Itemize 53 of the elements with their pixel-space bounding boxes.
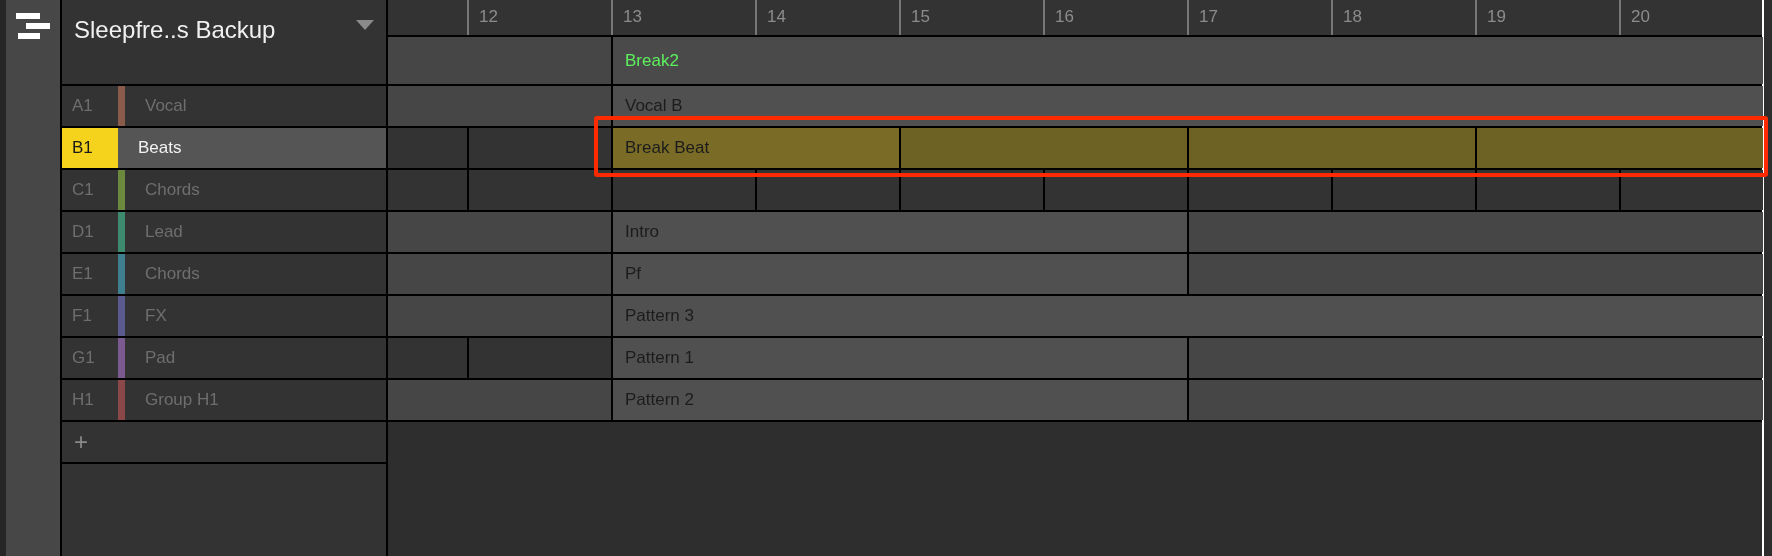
bar-number: 20 [1631,7,1650,26]
group-name: Lead [145,221,183,244]
arrangement-region[interactable] [1187,338,1763,378]
ruler[interactable]: 12 13 14 15 16 17 18 19 20 [388,0,1762,37]
pattern-clip[interactable]: Break Beat [611,128,899,168]
group-slot: D1 [62,212,118,252]
group-slot: H1 [62,380,118,420]
group-name: Chords [145,263,200,286]
loop-clip[interactable] [1475,128,1763,168]
group-row[interactable]: C1 Chords [62,170,386,212]
group-name: Vocal [145,95,187,118]
group-slot: F1 [62,296,118,336]
group-name: Pad [145,347,176,370]
group-name: Group H1 [145,389,219,412]
group-row[interactable]: A1 Vocal [62,86,386,128]
group-row[interactable]: B1 Beats [62,128,386,170]
bar-number: 13 [623,7,642,26]
dropdown-icon[interactable] [356,20,374,30]
group-slot: E1 [62,254,118,294]
arrangement-region[interactable] [388,254,611,294]
bar-number: 14 [767,7,786,26]
arrangement-region[interactable] [388,380,611,420]
bar-number: 12 [479,7,498,26]
arrangement-region[interactable] [388,37,611,84]
bar-number: 15 [911,7,930,26]
group-row[interactable]: G1 Pad [62,338,386,380]
group-slot: C1 [62,170,118,210]
arrangement-region[interactable] [1187,212,1763,252]
arrange-icon[interactable] [14,13,52,41]
arrangement-region[interactable] [1187,380,1763,420]
group-slot: G1 [62,338,118,378]
group-row[interactable]: F1 FX [62,296,386,338]
group-name: Chords [145,179,200,202]
group-name: FX [145,305,167,328]
project-title: Sleepfre..s Backup [74,15,276,45]
arrangement-region[interactable] [1187,254,1763,294]
group-row[interactable]: D1 Lead [62,212,386,254]
bar-number: 17 [1199,7,1218,26]
scene-clip[interactable]: Break2 [611,37,1763,84]
add-group-button[interactable]: + [74,430,88,454]
loop-clip[interactable] [1187,128,1475,168]
loop-clip[interactable] [899,128,1187,168]
group-row[interactable]: H1 Group H1 [62,380,386,422]
arrangement-region[interactable] [388,212,611,252]
group-name: Beats [138,137,182,160]
arrangement-region[interactable] [388,86,611,126]
arrangement-region[interactable] [388,296,611,336]
bar-number: 16 [1055,7,1074,26]
group-slot: B1 [62,128,118,168]
group-slot: A1 [62,86,118,126]
group-row[interactable]: E1 Chords [62,254,386,296]
bar-number: 19 [1487,7,1506,26]
bar-number: 18 [1343,7,1362,26]
